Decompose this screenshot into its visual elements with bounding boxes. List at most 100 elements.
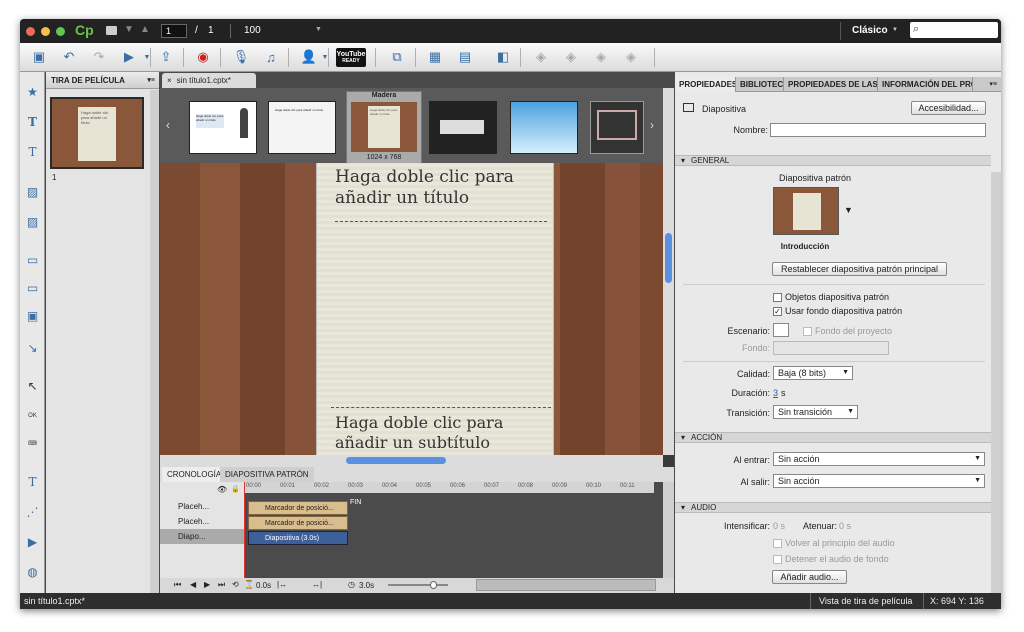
theme-thumb-sky[interactable] [510,101,578,154]
add-audio-button[interactable]: Añadir audio... [772,570,847,584]
project-bg-checkbox[interactable] [803,327,812,336]
tab-project-info[interactable]: INFORMACIÓN DEL PROY [878,77,973,92]
timeline-row[interactable]: Placeh... [160,514,244,529]
duration-value[interactable]: 3 [773,388,778,398]
text-caption-icon[interactable]: T [24,114,41,129]
arrow-down-icon[interactable]: ▼ [124,24,134,35]
stage-horizontal-scrollbar[interactable] [160,455,663,467]
ok-button-icon[interactable]: OK [24,408,41,423]
search-input[interactable]: ⌕ [910,22,998,38]
loop-audio-checkbox[interactable] [773,539,782,548]
name-input[interactable] [770,123,986,137]
youtube-button[interactable]: YouTube READY [336,48,366,67]
on-enter-select[interactable]: Sin acción ▼ [773,452,985,466]
filmstrip-scrollbar[interactable] [150,90,159,593]
tab-close-icon[interactable]: × [167,76,172,85]
duration-icon[interactable]: ↔| [312,580,322,589]
record-icon[interactable]: ◉ [194,49,212,65]
filmstrip-slide-thumb[interactable]: Haga doble clic para añadir un título [50,97,144,169]
save-icon[interactable]: ▣ [30,49,48,65]
text-entry-icon[interactable]: T [24,144,41,159]
timeline-bar-subtitle[interactable]: Marcador de posició... [248,516,348,530]
theme-thumb-frame[interactable] [590,101,644,154]
page-number-input[interactable]: 1 [161,24,187,38]
slide-subtitle-placeholder[interactable]: Haga doble clic para añadir un subtítulo [335,413,553,453]
image-slideshow-icon[interactable]: ▨ [24,214,41,229]
quality-select[interactable]: Baja (8 bits) ▼ [773,366,853,380]
cursor-icon[interactable]: ↖ [24,378,41,393]
timeline-horizontal-scrollbar[interactable] [476,579,656,591]
timeline-row[interactable]: Diapo... [160,529,244,544]
timeline-bar-slide[interactable]: Diapositiva (3.0s) [248,531,348,545]
master-slide-thumb[interactable] [773,187,839,235]
chevron-right-icon[interactable]: › [650,118,654,132]
lock-icon[interactable]: 🔒 [231,485,240,493]
mail-icon[interactable] [106,26,117,35]
play-icon[interactable]: ▶ [204,580,210,589]
slide-layout-icon[interactable]: ▤ [456,49,474,65]
image-icon[interactable]: ▨ [24,184,41,199]
tab-timeline[interactable]: CRONOLOGÍA [162,467,227,482]
timeline-zoom-slider[interactable] [388,584,448,586]
rollover-icon[interactable]: ▭ [24,280,41,295]
workspace-switcher[interactable]: Clásico [852,25,888,36]
theme-thumb-blank[interactable]: Haga doble clic para añadir un título [268,101,336,154]
eye-icon[interactable]: 👁 [217,485,227,494]
star-icon[interactable]: ★ [24,84,41,99]
properties-scrollbar[interactable] [991,172,1001,609]
video-icon[interactable]: ▶ [24,534,41,549]
fade-in-value[interactable]: 0 s [773,521,785,531]
redo-icon[interactable]: ↷ [90,49,108,65]
effects-icon[interactable]: ⋰ [24,504,41,519]
rectangle-icon[interactable]: ▭ [24,252,41,267]
reset-master-button[interactable]: Restablecer diapositiva patrón principal [772,262,947,276]
text-field-icon[interactable]: ⌨ [24,436,41,451]
arrow-up-icon[interactable]: ▲ [140,24,150,35]
slide-title-placeholder[interactable]: Haga doble clic para añadir un título [335,167,545,219]
table-icon[interactable]: ▦ [426,49,444,65]
preview-play-icon[interactable]: ▶ [120,49,138,65]
timeline-row[interactable]: Placeh... [160,499,244,514]
playhead[interactable] [244,482,245,578]
text-animation-icon[interactable]: T [24,474,41,489]
tab-master-slide[interactable]: DIAPOSITIVA PATRÓN [220,467,314,482]
preview-chevron-down-icon[interactable]: ▼ [138,49,156,65]
path-icon[interactable]: ↘ [24,340,41,355]
send-backward-icon[interactable]: ◈ [562,49,580,65]
minimize-window-button[interactable] [41,27,50,36]
stage-vertical-scrollbar[interactable] [663,88,674,455]
back-icon[interactable]: ◀ [190,580,196,589]
tab-document[interactable]: × sin título1.cptx* [162,73,256,88]
panel-menu-icon[interactable]: ▾≡ [147,76,155,84]
theme-thumb-dark[interactable] [429,101,497,154]
section-general[interactable]: ▾ GENERAL [675,155,991,166]
transition-select[interactable]: Sin transición ▼ [773,405,858,419]
zoom-chevron-down-icon[interactable]: ▼ [315,26,322,33]
bring-front-icon[interactable]: ◈ [592,49,610,65]
user-chevron-down-icon[interactable]: ▼ [316,49,334,65]
workspace-chevron-down-icon[interactable]: ▼ [892,27,898,33]
publish-icon[interactable]: ⇪ [157,49,175,65]
on-exit-select[interactable]: Sin acción ▼ [773,474,985,488]
rewind-icon[interactable]: ⏮ [174,580,181,590]
widget-icon[interactable]: ◧ [494,49,512,65]
zoom-window-button[interactable] [56,27,65,36]
trim-start-icon[interactable]: |↔ [277,580,287,589]
close-window-button[interactable] [26,27,35,36]
microphone-icon[interactable]: 🎙 [232,49,250,65]
loop-icon[interactable]: ⟲ [232,580,239,589]
layers-icon[interactable]: ⧉ [388,49,406,65]
tab-library[interactable]: BIBLIOTECA [736,77,784,92]
master-objects-checkbox[interactable] [773,293,782,302]
tab-properties[interactable]: PROPIEDADES [675,77,736,92]
send-back-icon[interactable]: ◈ [622,49,640,65]
background-picker[interactable] [773,341,889,355]
stage-color-picker[interactable] [773,323,789,337]
stop-bg-audio-checkbox[interactable] [773,555,782,564]
zoom-area-icon[interactable]: ▣ [24,308,41,323]
flash-icon[interactable]: ◍ [24,564,41,579]
forward-icon[interactable]: ⏭ [218,580,225,590]
timeline-zoom-thumb[interactable] [430,581,437,589]
timeline-scrollbar[interactable] [663,482,674,578]
undo-icon[interactable]: ↶ [60,49,78,65]
